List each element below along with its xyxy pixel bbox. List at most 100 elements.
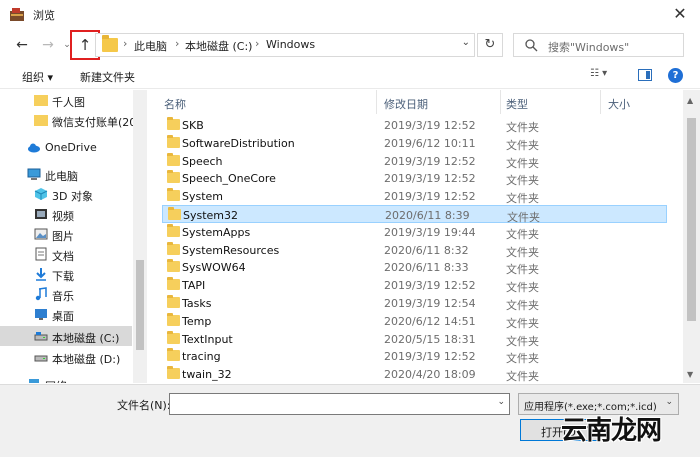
- file-date: 2020/6/12 14:51: [384, 314, 476, 328]
- search-box[interactable]: 搜索"Windows": [513, 33, 684, 57]
- address-bar[interactable]: › 此电脑 › 本地磁盘 (C:) › Windows ⌄: [95, 33, 475, 57]
- file-row[interactable]: SysWOW64 2020/6/11 8:33 文件夹: [162, 258, 667, 276]
- sidebar-item-network[interactable]: 网络: [0, 374, 132, 383]
- sidebar-item-music[interactable]: 音乐: [0, 284, 132, 304]
- sidebar-item-videos[interactable]: 视频: [0, 204, 132, 224]
- navigation-pane: 千人图 微信支付账单(202 OneDrive 此电脑 3D 对象 视频 图片 …: [0, 90, 147, 383]
- file-date: 2019/3/19 12:52: [384, 154, 476, 168]
- chevron-right-icon[interactable]: ›: [255, 37, 259, 50]
- chevron-right-icon[interactable]: ›: [123, 37, 127, 50]
- filename-input[interactable]: ⌄: [169, 393, 510, 415]
- sidebar-item-local-disk-d[interactable]: 本地磁盘 (D:): [0, 347, 132, 367]
- back-arrow-icon[interactable]: ←: [13, 36, 31, 54]
- file-name: Speech: [182, 154, 223, 168]
- title-bar: 浏览 ✕: [0, 0, 700, 28]
- folder-icon: [167, 259, 180, 273]
- sidebar-item-this-pc[interactable]: 此电脑: [0, 164, 132, 184]
- help-icon[interactable]: ?: [668, 68, 683, 83]
- file-row[interactable]: TextInput 2020/5/15 18:31 文件夹: [162, 330, 667, 348]
- file-date: 2020/6/11 8:39: [385, 209, 470, 222]
- sidebar-item-documents[interactable]: 文档: [0, 244, 132, 264]
- folder-icon: [167, 241, 180, 255]
- file-list-scrollbar[interactable]: ▲ ▼: [683, 90, 700, 383]
- scroll-up-icon[interactable]: ▲: [687, 96, 693, 105]
- sidebar-item-label: 本地磁盘 (D:): [52, 353, 121, 366]
- sidebar-item-label: 3D 对象: [52, 190, 93, 203]
- breadcrumb-windows[interactable]: Windows: [266, 38, 315, 51]
- view-options-icon[interactable]: ☷ ▾: [590, 68, 620, 84]
- chevron-down-icon[interactable]: ⌄: [665, 397, 673, 407]
- sidebar-item-3d-objects[interactable]: 3D 对象: [0, 184, 132, 204]
- file-type: 文件夹: [506, 138, 539, 152]
- file-date: 2020/6/11 8:33: [384, 261, 469, 275]
- sidebar-scrollbar[interactable]: [133, 90, 147, 383]
- breadcrumb-local-disk-c[interactable]: 本地磁盘 (C:): [185, 38, 252, 54]
- file-row[interactable]: TAPI 2019/3/19 12:52 文件夹: [162, 276, 667, 294]
- file-row[interactable]: SystemResources 2020/6/11 8:32 文件夹: [162, 241, 667, 259]
- close-icon[interactable]: ✕: [670, 4, 690, 24]
- new-folder-button[interactable]: 新建文件夹: [80, 69, 135, 85]
- sidebar-item-onedrive[interactable]: OneDrive: [0, 137, 132, 157]
- file-row[interactable]: Tasks 2019/3/19 12:54 文件夹: [162, 294, 667, 312]
- drive-icon: [34, 355, 48, 362]
- chevron-down-icon[interactable]: ⌄: [497, 397, 505, 407]
- scroll-down-icon[interactable]: ▼: [687, 370, 693, 379]
- file-date: 2019/3/19 12:52: [384, 172, 476, 186]
- file-type: 文件夹: [506, 370, 539, 383]
- sidebar-item-label: 桌面: [52, 310, 74, 323]
- file-row[interactable]: SoftwareDistribution 2019/6/12 10:11 文件夹: [162, 134, 667, 152]
- file-date: 2019/3/19 12:52: [384, 190, 476, 204]
- file-row[interactable]: Temp 2020/6/12 14:51 文件夹: [162, 312, 667, 330]
- document-icon: [35, 247, 47, 261]
- download-icon: [36, 268, 46, 281]
- file-name: SKB: [182, 119, 204, 132]
- sidebar-item-wechat-bills[interactable]: 微信支付账单(202: [0, 110, 143, 130]
- sidebar-item-downloads[interactable]: 下载: [0, 264, 132, 284]
- file-row-selected[interactable]: System32 2020/6/11 8:39 文件夹: [162, 205, 667, 224]
- sidebar-item-label: 网络: [45, 378, 67, 383]
- file-type: 文件夹: [506, 281, 539, 295]
- sidebar-item-pictures[interactable]: 图片: [0, 224, 132, 244]
- folder-icon: [34, 95, 48, 106]
- sidebar-item-local-disk-c[interactable]: 本地磁盘 (C:): [0, 326, 132, 346]
- refresh-button[interactable]: ↻: [477, 33, 503, 57]
- file-type: 文件夹: [506, 245, 539, 259]
- scrollbar-thumb[interactable]: [136, 260, 144, 350]
- sidebar-item-qianrentu[interactable]: 千人图: [0, 90, 132, 110]
- column-divider[interactable]: [600, 90, 601, 114]
- sidebar-item-label: 视频: [52, 210, 74, 223]
- file-row[interactable]: SKB 2019/3/19 12:52 文件夹: [162, 116, 667, 134]
- scrollbar-thumb[interactable]: [687, 118, 696, 321]
- network-icon: [29, 379, 39, 383]
- chevron-right-icon[interactable]: ›: [175, 37, 179, 50]
- search-placeholder: 搜索"Windows": [548, 41, 630, 54]
- column-divider[interactable]: [376, 90, 377, 114]
- desktop-icon: [35, 309, 47, 320]
- file-date: 2019/6/12 10:11: [384, 136, 476, 150]
- preview-pane-icon[interactable]: [638, 69, 652, 81]
- file-date: 2020/4/20 18:09: [384, 368, 476, 382]
- breadcrumb-this-pc[interactable]: 此电脑: [134, 38, 167, 54]
- file-row[interactable]: tracing 2019/3/19 12:52 文件夹: [162, 347, 667, 365]
- cloud-icon: [28, 143, 40, 153]
- sidebar-item-desktop[interactable]: 桌面: [0, 304, 132, 324]
- organize-menu-button[interactable]: 组织 ▾: [22, 69, 53, 85]
- file-row[interactable]: Speech 2019/3/19 12:52 文件夹: [162, 152, 667, 170]
- file-row[interactable]: twain_32 2020/4/20 18:09 文件夹: [162, 365, 667, 383]
- column-divider[interactable]: [500, 90, 501, 114]
- folder-icon: [102, 35, 118, 52]
- forward-arrow-icon[interactable]: →: [39, 36, 57, 54]
- folder-icon: [34, 115, 48, 126]
- search-icon: [525, 39, 538, 52]
- video-icon: [35, 209, 47, 219]
- file-row[interactable]: Speech_OneCore 2019/3/19 12:52 文件夹: [162, 169, 667, 187]
- window-title: 浏览: [33, 9, 55, 22]
- file-row[interactable]: System 2019/3/19 12:52 文件夹: [162, 187, 667, 205]
- chevron-down-icon[interactable]: ⌄: [462, 37, 470, 48]
- folder-icon: [167, 295, 180, 308]
- file-date: 2020/6/11 8:32: [384, 243, 469, 257]
- sidebar-item-label: 此电脑: [45, 170, 78, 183]
- navigation-bar: ← → ⌄ ↑ › 此电脑 › 本地磁盘 (C:) › Windows ⌄ ↻ …: [0, 28, 700, 62]
- file-row[interactable]: SystemApps 2019/3/19 19:44 文件夹: [162, 223, 667, 241]
- file-type: 文件夹: [506, 352, 539, 366]
